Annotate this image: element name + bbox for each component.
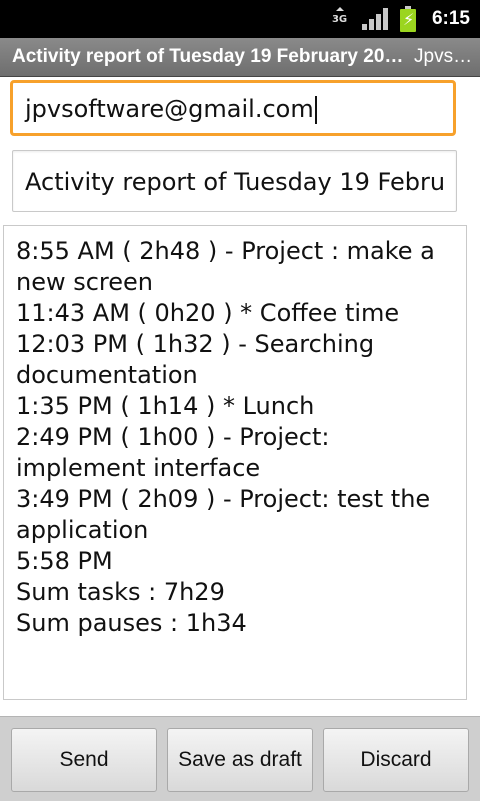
status-icons: 3G ⚡ 6:15	[332, 0, 470, 38]
title-bar: Activity report of Tuesday 19 February 2…	[0, 38, 480, 77]
body-line: 3:49 PM ( 2h09 ) - Project: test the	[16, 485, 431, 513]
to-field[interactable]: jpvsoftware@gmail.com	[10, 80, 456, 136]
action-button-bar: Send Save as draft Discard	[0, 716, 480, 801]
status-clock: 6:15	[431, 8, 470, 29]
body-line: 5:58 PM	[16, 547, 113, 575]
body-line: 12:03 PM ( 1h32 ) - Searching	[16, 330, 375, 358]
status-bar: 3G ⚡ 6:15	[0, 0, 480, 38]
body-line: implement interface	[16, 454, 261, 482]
signal-strength-icon	[361, 8, 388, 30]
send-button[interactable]: Send	[11, 728, 157, 792]
subject-value: Activity report of Tuesday 19 February 2…	[25, 168, 446, 196]
save-as-draft-button[interactable]: Save as draft	[167, 728, 313, 792]
body-line: 11:43 AM ( 0h20 ) * Coffee time	[16, 299, 400, 327]
body-line: new screen	[16, 268, 154, 296]
page-title: Activity report of Tuesday 19 February 2…	[12, 46, 404, 67]
body-line: application	[16, 516, 149, 544]
network-label: 3G	[331, 14, 348, 25]
body-line: documentation	[16, 361, 198, 389]
discard-button[interactable]: Discard	[323, 728, 469, 792]
body-line: 2:49 PM ( 1h00 ) - Project:	[16, 423, 330, 451]
subject-field[interactable]: Activity report of Tuesday 19 February 2…	[12, 150, 457, 212]
message-body-field[interactable]: 8:55 AM ( 2h48 ) - Project : make a new …	[3, 225, 467, 700]
body-line: 1:35 PM ( 1h14 ) * Lunch	[16, 392, 315, 420]
to-value: jpvsoftware@gmail.com	[25, 95, 314, 123]
body-line: Sum tasks : 7h29	[16, 578, 225, 606]
account-label: Jpvsoftware	[414, 46, 474, 67]
battery-charging-icon: ⚡	[399, 6, 416, 32]
body-line: Sum pauses : 1h34	[16, 609, 247, 637]
network-3g-icon: 3G	[332, 7, 352, 31]
text-cursor	[314, 96, 317, 124]
body-line: 8:55 AM ( 2h48 ) - Project : make a	[16, 237, 435, 265]
message-body-text: 8:55 AM ( 2h48 ) - Project : make a new …	[16, 236, 456, 639]
